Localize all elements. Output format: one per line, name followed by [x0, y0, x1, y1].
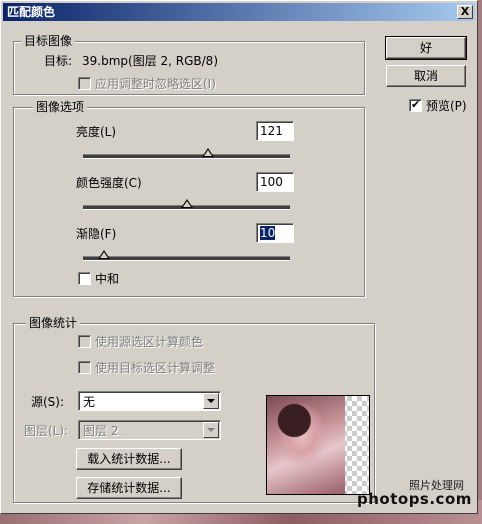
fade-slider-track[interactable]: [83, 256, 290, 261]
preview-label: 预览(P): [426, 99, 467, 113]
cancel-button[interactable]: 取消: [386, 65, 466, 87]
dropdown-arrow-icon[interactable]: [203, 393, 219, 409]
watermark-logo: photops.com: [357, 490, 472, 508]
target-value: 39.bmp(图层 2, RGB/8): [82, 54, 218, 68]
ok-button[interactable]: 好: [385, 36, 467, 60]
thumbnail-photo: [267, 396, 345, 494]
luminance-input[interactable]: 121: [256, 121, 294, 141]
source-thumbnail: [266, 395, 370, 495]
title-bar: 匹配颜色 X: [3, 3, 475, 21]
luminance-label: 亮度(L): [76, 125, 117, 139]
target-label: 目标:: [44, 54, 73, 68]
use-target-selection-checkbox[interactable]: [78, 361, 91, 374]
fade-slider-thumb[interactable]: [97, 250, 110, 259]
source-label: 源(S):: [31, 395, 65, 409]
dropdown-arrow-icon[interactable]: [203, 422, 219, 438]
color-intensity-slider-thumb[interactable]: [180, 199, 193, 208]
neutralize-label: 中和: [95, 272, 120, 286]
target-image-legend: 目标图像: [21, 34, 76, 48]
use-source-selection-checkbox[interactable]: [78, 335, 91, 348]
color-intensity-input[interactable]: 100: [256, 172, 294, 192]
luminance-slider-track[interactable]: [83, 154, 290, 159]
fade-label: 渐隐(F): [76, 227, 117, 241]
layer-select-value: 图层 2: [83, 424, 119, 438]
luminance-slider-thumb[interactable]: [202, 148, 215, 157]
layer-select[interactable]: 图层 2: [78, 420, 221, 440]
ignore-selection-checkbox[interactable]: [78, 77, 91, 90]
preview-checkbox[interactable]: ✔: [409, 98, 422, 112]
layer-label: 图层(L):: [24, 424, 69, 438]
match-color-dialog: 匹配颜色 X 目标图像 目标: 39.bmp(图层 2, RGB/8) 应用调整…: [0, 0, 478, 514]
load-statistics-button[interactable]: 载入统计数据...: [76, 448, 182, 470]
use-source-selection-label: 使用源选区计算颜色: [95, 335, 204, 349]
color-intensity-label: 颜色强度(C): [76, 176, 142, 190]
image-options-legend: 图像选项: [33, 100, 88, 114]
save-statistics-button[interactable]: 存储统计数据...: [76, 477, 182, 499]
close-button[interactable]: X: [457, 5, 473, 19]
use-target-selection-label: 使用目标选区计算调整: [95, 361, 216, 375]
window-title: 匹配颜色: [7, 5, 56, 19]
fade-input-value: 10: [260, 226, 276, 240]
source-select[interactable]: 无: [78, 391, 221, 411]
source-select-value: 无: [83, 395, 96, 409]
ignore-selection-label: 应用调整时忽略选区(I): [95, 77, 216, 91]
neutralize-checkbox[interactable]: [78, 272, 91, 285]
image-statistics-legend: 图像统计: [26, 316, 81, 330]
checkmark-icon: ✔: [411, 98, 421, 111]
fade-input[interactable]: 10: [256, 223, 294, 243]
